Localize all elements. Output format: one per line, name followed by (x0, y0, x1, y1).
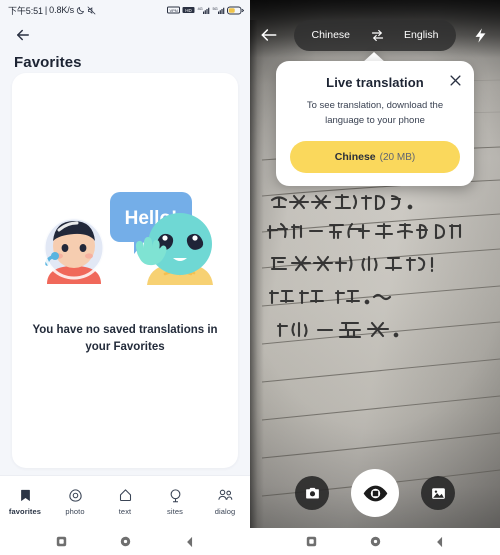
nav-label-favorites: favorites (8, 507, 42, 516)
popup-title: Live translation (326, 75, 424, 90)
chevron-left-icon[interactable] (432, 535, 446, 549)
nav-label-photo: photo (65, 507, 85, 516)
paper-left-edge (250, 20, 264, 528)
bookmark-icon (18, 488, 33, 503)
vpn-icon: VPN (167, 6, 180, 14)
status-bar: 下午5:51 | 0.8K/s VPN HD 4G 5G (0, 0, 250, 20)
android-nav-right (250, 528, 500, 555)
hd-icon: HD (182, 6, 195, 14)
signal-5g-icon: 5G (212, 6, 225, 15)
back-arrow-icon[interactable] (14, 26, 32, 44)
flash-icon[interactable] (470, 24, 492, 46)
screen-root: 下午5:51 | 0.8K/s VPN HD 4G 5G Favorites H… (0, 0, 500, 555)
live-translation-popup: Live translation To see translation, dow… (276, 61, 474, 187)
nav-item-favorites[interactable]: favorites (0, 476, 50, 528)
back-row (0, 20, 250, 50)
nav-item-sites[interactable]: sites (150, 476, 200, 528)
chevron-left-icon[interactable] (182, 535, 196, 549)
globe-icon (168, 488, 183, 503)
gallery-button[interactable] (421, 476, 455, 510)
battery-icon (227, 6, 244, 15)
empty-state-card: Hello! You have no saved translations in… (12, 73, 238, 468)
people-icon (217, 488, 233, 503)
mute-icon (87, 5, 96, 15)
swap-arrows-icon[interactable] (366, 20, 388, 51)
close-icon[interactable] (448, 73, 463, 88)
camera-translate-screen: Chinese English Live translation To see … (250, 0, 500, 555)
popup-description: To see translation, download the languag… (306, 100, 444, 126)
nav-label-dialog: dialog (214, 507, 236, 516)
nav-label-text: text (118, 507, 132, 516)
text-bubble-icon (118, 488, 133, 503)
live-view-button[interactable] (351, 469, 399, 517)
favorites-screen: 下午5:51 | 0.8K/s VPN HD 4G 5G Favorites H… (0, 0, 250, 555)
download-language-size: (20 MB) (379, 151, 416, 163)
capture-photo-button[interactable] (295, 476, 329, 510)
download-language-button[interactable]: Chinese (20 MB) (290, 141, 460, 174)
status-bar-left: 下午5:51 | 0.8K/s (8, 4, 96, 17)
bottom-navigation: favorites photo text sites dialog (0, 475, 250, 528)
camera-controls (250, 469, 500, 517)
target-language-button[interactable]: English (390, 20, 452, 51)
svg-text:VPN: VPN (169, 8, 177, 13)
camera-icon (68, 488, 83, 503)
svg-text:4G: 4G (198, 6, 203, 11)
back-arrow-icon[interactable] (258, 24, 280, 46)
circle-icon[interactable] (118, 535, 132, 549)
camera-topbar: Chinese English (250, 18, 500, 52)
nav-label-sites: sites (167, 507, 183, 516)
signal-4g-icon: 4G (197, 6, 210, 15)
circle-icon[interactable] (368, 535, 382, 549)
status-netspeed: 0.8K/s (49, 5, 75, 15)
nav-item-text[interactable]: text (100, 476, 150, 528)
download-language-name: Chinese (334, 151, 376, 164)
square-icon[interactable] (54, 535, 68, 549)
source-language-button[interactable]: Chinese (298, 20, 365, 51)
svg-text:HD: HD (185, 8, 192, 13)
android-nav-left (0, 528, 250, 555)
empty-state-message: You have no saved translations in your F… (32, 323, 218, 353)
status-bar-right: VPN HD 4G 5G (167, 6, 244, 15)
square-icon[interactable] (304, 535, 318, 549)
nav-item-dialog[interactable]: dialog (200, 476, 250, 528)
nav-item-photo[interactable]: photo (50, 476, 100, 528)
status-time: 下午5:51 (8, 5, 43, 16)
svg-text:5G: 5G (213, 6, 218, 11)
language-selector: Chinese English (293, 19, 457, 51)
astronaut-alien-hello-illustration: Hello! (42, 191, 213, 285)
moon-icon (76, 6, 85, 15)
status-separator: | (44, 5, 48, 15)
